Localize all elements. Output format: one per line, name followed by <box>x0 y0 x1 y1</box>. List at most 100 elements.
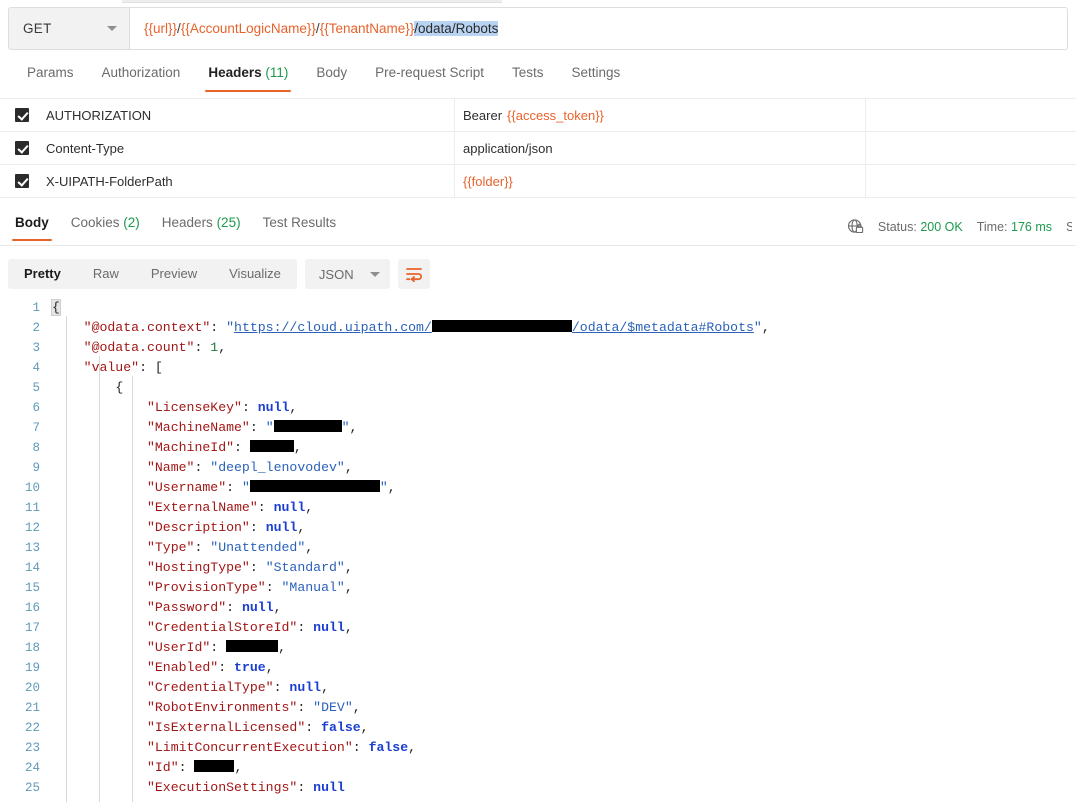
code-line: 15 "ProvisionType": "Manual", <box>0 578 1076 598</box>
view-mode-raw[interactable]: Raw <box>77 259 135 289</box>
code-token: "Standard" <box>265 560 345 575</box>
view-mode-pretty[interactable]: Pretty <box>8 259 77 289</box>
code-line: 12 "Description": null, <box>0 518 1076 538</box>
header-value-cell[interactable]: {{folder}} <box>455 164 866 198</box>
code-line: 4 "value": [ <box>0 358 1076 378</box>
code-line-text: "CredentialStoreId": null, <box>52 618 1076 638</box>
header-enabled-checkbox[interactable] <box>0 108 44 122</box>
code-token: : <box>218 660 235 675</box>
response-tab-body[interactable]: Body <box>4 212 60 241</box>
code-token: , <box>344 460 353 475</box>
code-token: "ProvisionType" <box>146 580 266 595</box>
request-tab-body[interactable]: Body <box>302 62 361 92</box>
response-meta: Status: 200 OK Time: 176 ms S <box>847 218 1076 235</box>
line-number: 10 <box>24 481 40 495</box>
tab-count: (25) <box>212 215 241 230</box>
url-segment: {{url}} <box>144 21 178 36</box>
redacted-value <box>249 480 380 492</box>
code-line-text: "RobotEnvironments": "DEV", <box>52 698 1076 718</box>
header-value-cell[interactable]: application/json <box>455 131 866 165</box>
header-value-text: Bearer <box>463 107 503 123</box>
header-value-text: application/json <box>463 140 553 156</box>
code-line-text: "Enabled": true, <box>52 658 1076 678</box>
line-number: 24 <box>24 761 40 775</box>
code-token: , <box>305 540 314 555</box>
code-token: , <box>349 420 358 435</box>
code-token: : <box>194 540 211 555</box>
code-token: : <box>226 480 242 495</box>
code-token: "ExternalName" <box>146 500 258 515</box>
tab-label: Authorization <box>101 65 181 80</box>
code-token: : <box>210 320 227 335</box>
header-key-cell[interactable]: Content-Type <box>44 131 455 165</box>
code-line-text: "ExecutionSettings": null <box>52 778 1076 798</box>
code-line: 6 "LicenseKey": null, <box>0 398 1076 418</box>
word-wrap-button[interactable] <box>397 259 430 289</box>
code-line: 14 "HostingType": "Standard", <box>0 558 1076 578</box>
code-line: 5 { <box>0 378 1076 398</box>
header-enabled-checkbox[interactable] <box>0 174 44 188</box>
code-line-text: "IsExternalLicensed": false, <box>52 718 1076 738</box>
request-tab-tests[interactable]: Tests <box>498 62 558 92</box>
header-description-cell[interactable] <box>866 98 1076 132</box>
code-line: 20 "CredentialType": null, <box>0 678 1076 698</box>
chevron-down-icon <box>107 26 117 31</box>
code-line-text: "@odata.count": 1, <box>52 338 1076 358</box>
url-input[interactable]: {{url}}/{{AccountLogicName}}/{{TenantNam… <box>130 7 1068 50</box>
tab-label: Cookies <box>70 215 120 230</box>
code-token: , <box>305 500 314 515</box>
view-mode-preview[interactable]: Preview <box>135 259 213 289</box>
code-token: "Manual" <box>281 580 345 595</box>
code-token: , <box>352 700 361 715</box>
code-token: , <box>387 480 396 495</box>
code-line: 7 "MachineName": " ", <box>0 418 1076 438</box>
code-line-text: "ProvisionType": "Manual", <box>52 578 1076 598</box>
code-token: null <box>313 620 345 635</box>
line-number: 1 <box>32 301 40 315</box>
header-enabled-checkbox[interactable] <box>0 141 44 155</box>
header-value-variable: {{access_token}} <box>507 107 604 123</box>
response-tabs: Body Cookies (2) Headers (25) Test Results <box>4 212 347 241</box>
code-token: "LimitConcurrentExecution" <box>146 740 353 755</box>
code-token: : <box>305 720 322 735</box>
code-token: "Id" <box>146 760 179 775</box>
globe-lock-icon <box>847 218 864 235</box>
code-token: "MachineName" <box>146 420 250 435</box>
header-key-cell[interactable]: X-UIPATH-FolderPath <box>44 164 455 198</box>
response-tab-headers[interactable]: Headers (25) <box>151 212 252 241</box>
code-token: , <box>344 620 353 635</box>
response-tab-test-results[interactable]: Test Results <box>252 212 348 241</box>
request-tab-headers[interactable]: Headers (11) <box>194 62 302 92</box>
line-number: 23 <box>24 741 40 755</box>
request-tab-authorization[interactable]: Authorization <box>88 62 195 92</box>
header-value-cell[interactable]: Bearer {{access_token}} <box>455 98 866 132</box>
code-token: , <box>408 740 417 755</box>
format-select[interactable]: JSON <box>304 259 390 289</box>
code-token: " <box>753 320 762 335</box>
code-line-text: "Password": null, <box>52 598 1076 618</box>
header-description-cell[interactable] <box>866 131 1076 165</box>
tab-label: Headers <box>161 215 213 230</box>
url-segment: /odata/Robots <box>414 21 499 36</box>
response-body-code[interactable]: 1{2 "@odata.context": "https://cloud.uip… <box>0 298 1076 802</box>
request-tab-settings[interactable]: Settings <box>557 62 634 92</box>
request-tab-pre-request-script[interactable]: Pre-request Script <box>361 62 498 92</box>
code-token: /odata/$metadata#Robots <box>571 320 754 335</box>
code-line: 25 "ExecutionSettings": null <box>0 778 1076 798</box>
http-method-select[interactable]: GET <box>8 7 130 50</box>
response-tab-cookies[interactable]: Cookies (2) <box>60 212 151 241</box>
header-description-cell[interactable] <box>866 164 1076 198</box>
header-key-cell[interactable]: AUTHORIZATION <box>44 98 455 132</box>
request-tab-params[interactable]: Params <box>13 62 88 92</box>
code-token: "HostingType" <box>146 560 250 575</box>
view-mode-visualize[interactable]: Visualize <box>213 259 297 289</box>
redacted-value <box>249 440 294 452</box>
redacted-value <box>226 640 279 652</box>
